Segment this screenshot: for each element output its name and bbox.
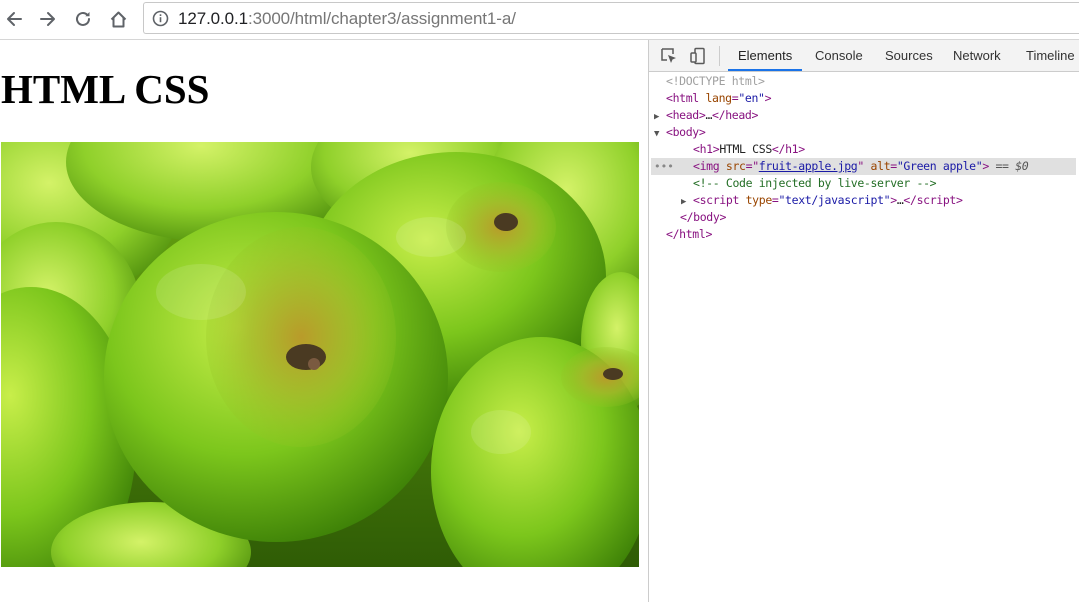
body-close-tag: body (693, 210, 720, 224)
dom-body-node[interactable]: ▼ <body> (654, 124, 706, 141)
script-close-tag: script (916, 193, 957, 207)
tab-elements[interactable]: Elements (727, 40, 803, 71)
alt-value: "Green apple" (896, 159, 983, 173)
devtools-tabbar: Elements Console Sources Network Timelin… (649, 40, 1079, 72)
script-tag: script (699, 193, 740, 207)
home-icon (110, 11, 126, 27)
src-attr: src (725, 159, 746, 173)
html-tag: html (672, 91, 700, 105)
inspect-element-icon[interactable] (660, 47, 678, 65)
url-path: :3000/html/chapter3/assignment1-a/ (248, 9, 516, 28)
dom-body-close[interactable]: </body> (680, 209, 726, 226)
page-viewport: HTML CSS (0, 40, 648, 602)
head-tag: head (672, 108, 700, 122)
h1-tag: h1 (699, 142, 714, 156)
tab-network[interactable]: Network (953, 40, 1001, 71)
dom-head-node[interactable]: ▶ <head>…</head> (654, 107, 758, 124)
browser-toolbar: 127.0.0.1:3000/html/chapter3/assignment1… (0, 0, 1079, 40)
type-value: "text/javascript" (778, 193, 891, 207)
url-host: 127.0.0.1 (178, 9, 248, 28)
dom-comment-node[interactable]: <!-- Code injected by live-server --> (693, 175, 937, 192)
tab-console[interactable]: Console (815, 40, 863, 71)
address-bar[interactable]: 127.0.0.1:3000/html/chapter3/assignment1… (143, 2, 1079, 34)
type-attr: type (745, 193, 773, 207)
more-dots-icon[interactable]: ••• (654, 158, 674, 175)
info-icon[interactable] (152, 10, 169, 27)
collapse-triangle-icon[interactable]: ▼ (654, 126, 666, 143)
back-button[interactable] (1, 6, 27, 32)
body-tag: body (672, 125, 700, 139)
dom-html-node[interactable]: <html lang="en"> (666, 90, 772, 107)
arrow-left-icon (7, 12, 22, 26)
html-close-tag: html (679, 227, 706, 241)
device-toolbar-icon[interactable] (689, 47, 707, 65)
lang-value: "en" (738, 91, 765, 105)
tab-sources[interactable]: Sources (885, 40, 933, 71)
lang-attr: lang (705, 91, 732, 105)
reload-button[interactable] (70, 6, 96, 32)
arrow-right-icon (40, 12, 55, 26)
dom-h1-node[interactable]: <h1>HTML CSS</h1> (693, 141, 805, 158)
h1-close-tag: h1 (785, 142, 799, 156)
tabbar-separator (719, 46, 720, 66)
devtools-panel: Elements Console Sources Network Timelin… (648, 40, 1079, 602)
h1-text: HTML CSS (719, 142, 772, 156)
reload-icon (76, 11, 90, 26)
dom-html-close[interactable]: </html> (666, 226, 712, 243)
src-link[interactable]: fruit-apple.jpg (759, 159, 858, 173)
tab-timeline[interactable]: Timeline (1026, 40, 1075, 71)
head-close-tag: head (725, 108, 752, 122)
doctype-text: <!DOCTYPE html> (666, 74, 765, 88)
green-apple-image (1, 142, 639, 567)
forward-button[interactable] (35, 6, 61, 32)
home-button[interactable] (105, 6, 131, 32)
comment-text: <!-- Code injected by live-server --> (693, 176, 937, 190)
dom-script-node[interactable]: ▶ <script type="text/javascript">…</scrip… (681, 192, 963, 209)
alt-attr: alt (870, 159, 891, 173)
selected-marker: == $0 (995, 159, 1029, 173)
page-heading: HTML CSS (1, 66, 210, 112)
url-text[interactable]: 127.0.0.1:3000/html/chapter3/assignment1… (178, 9, 516, 29)
img-tag: img (699, 159, 720, 173)
dom-img-node-selected[interactable]: ••• <img src="fruit-apple.jpg" alt="Gree… (651, 158, 1076, 175)
expand-triangle-icon[interactable]: ▶ (654, 109, 666, 126)
dom-doctype[interactable]: <!DOCTYPE html> (666, 73, 765, 90)
